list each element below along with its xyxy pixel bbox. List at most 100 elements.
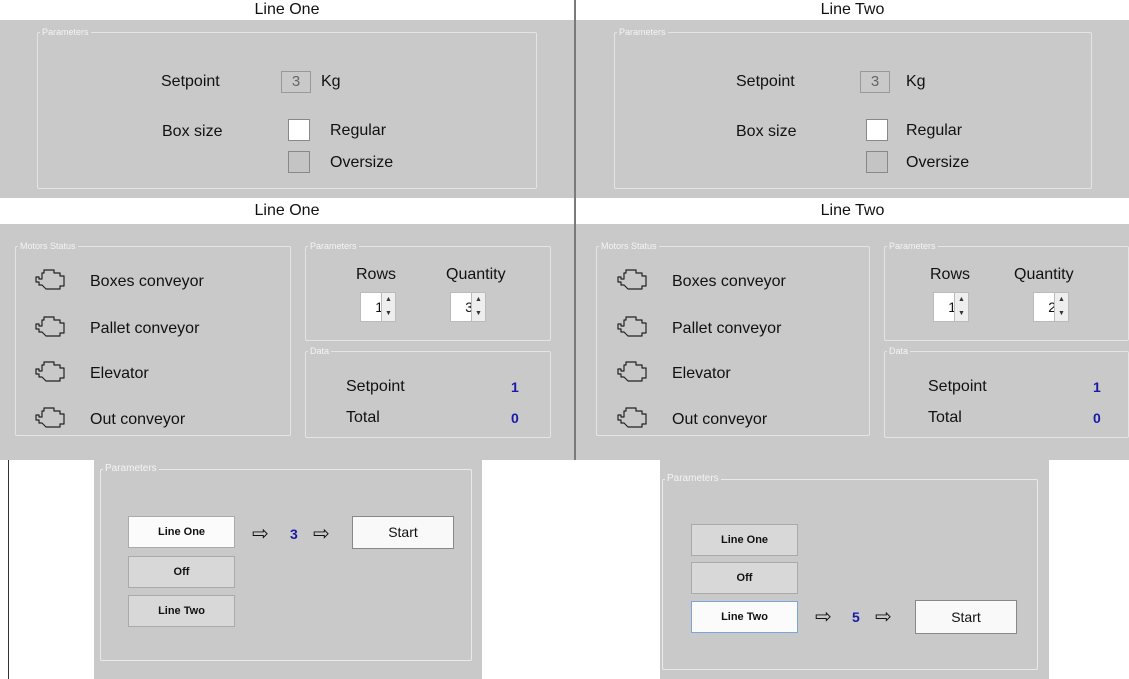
group-legend: Parameters	[889, 241, 936, 251]
motor-icon	[35, 407, 65, 428]
parameters-group: Parameters	[305, 241, 551, 341]
line-one-button[interactable]: Line One	[691, 524, 798, 556]
screen-title: Line Two	[576, 0, 1129, 20]
motor-icon	[617, 407, 647, 428]
rows-label: Rows	[356, 266, 397, 283]
setpoint-value: 1	[1093, 379, 1101, 395]
group-legend: Parameters	[667, 473, 719, 484]
line-two-button[interactable]: Line Two	[691, 601, 798, 633]
total-label: Total	[928, 409, 962, 426]
regular-checkbox[interactable]	[866, 119, 888, 141]
group-legend: Parameters	[310, 241, 357, 251]
rows-label: Rows	[930, 266, 971, 283]
quantity-label: Quantity	[446, 266, 506, 283]
screen-panel: Parameters Setpoint 3 Kg Box size Regula…	[0, 20, 574, 198]
total-value: 0	[511, 410, 519, 426]
line-two-button[interactable]: Line Two	[128, 595, 235, 627]
screen-title: Line One	[0, 201, 574, 221]
group-legend: Parameters	[105, 463, 157, 474]
start-button[interactable]: Start	[915, 600, 1017, 634]
setpoint-unit: Kg	[906, 73, 926, 90]
total-label: Total	[346, 409, 380, 426]
selector-left-panel: Parameters Line One Off Line Two ⇨ 3 ⇨ S…	[94, 460, 482, 679]
selected-value: 5	[852, 609, 860, 625]
oversize-label: Oversize	[906, 154, 970, 171]
setpoint-label: Setpoint	[928, 378, 987, 395]
motor-label: Elevator	[672, 365, 731, 382]
motor-label: Elevator	[90, 365, 149, 382]
setpoint-label: Setpoint	[161, 73, 220, 90]
box-size-label: Box size	[162, 123, 223, 140]
setpoint-label: Setpoint	[736, 73, 795, 90]
selected-value: 3	[290, 526, 298, 542]
left-edge-line	[8, 460, 9, 679]
oversize-checkbox[interactable]	[288, 151, 310, 173]
spin-down-arrow-icon[interactable]: ▼	[381, 307, 395, 321]
off-button[interactable]: Off	[128, 556, 235, 588]
start-button[interactable]: Start	[352, 516, 454, 549]
spin-down-arrow-icon[interactable]: ▼	[1054, 307, 1068, 321]
top-right-screen: Line Two Parameters Setpoint 3 Kg Box si…	[576, 0, 1129, 198]
motor-label: Pallet conveyor	[672, 320, 782, 337]
line-one-button[interactable]: Line One	[128, 516, 235, 548]
spin-up-arrow-icon[interactable]: ▲	[471, 293, 485, 308]
motor-icon	[35, 269, 65, 290]
spin-up-arrow-icon[interactable]: ▲	[954, 293, 968, 308]
regular-label: Regular	[330, 122, 387, 139]
group-legend: Motors Status	[20, 241, 76, 251]
status-left-screen: Line One Motors Status Boxes conveyor Pa…	[0, 198, 574, 460]
group-legend: Parameters	[619, 27, 666, 37]
screen-panel: Motors Status Boxes conveyor Pallet conv…	[576, 224, 1129, 460]
rows-spinbox[interactable]: 1 ▲ ▼	[360, 292, 396, 322]
spin-down-arrow-icon[interactable]: ▼	[954, 307, 968, 321]
quantity-spinbox[interactable]: 2 ▲ ▼	[1033, 292, 1069, 322]
rows-value: 1	[948, 299, 956, 315]
regular-label: Regular	[906, 122, 963, 139]
parameters-group: Parameters	[37, 27, 537, 189]
quantity-value: 3	[465, 299, 473, 315]
setpoint-value: 1	[511, 379, 519, 395]
quantity-value: 2	[1048, 299, 1056, 315]
arrow-right-icon: ⇨	[252, 523, 269, 545]
motor-icon	[617, 269, 647, 290]
setpoint-input[interactable]: 3	[281, 71, 311, 93]
total-value: 0	[1093, 410, 1101, 426]
group-legend: Parameters	[42, 27, 89, 37]
quantity-spinbox[interactable]: 3 ▲ ▼	[450, 292, 486, 322]
top-left-screen: Line One Parameters Setpoint 3 Kg Box si…	[0, 0, 574, 198]
regular-checkbox[interactable]	[288, 119, 310, 141]
motor-label: Pallet conveyor	[90, 320, 200, 337]
motor-label: Boxes conveyor	[90, 273, 204, 290]
motor-icon	[617, 361, 647, 382]
setpoint-input[interactable]: 3	[860, 71, 890, 93]
oversize-checkbox[interactable]	[866, 151, 888, 173]
rows-value: 1	[375, 299, 383, 315]
spin-down-arrow-icon[interactable]: ▼	[471, 307, 485, 321]
screen-title: Line One	[0, 0, 574, 20]
screen-title: Line Two	[576, 201, 1129, 221]
parameters-group: Parameters	[884, 241, 1129, 341]
screen-panel: Parameters Setpoint 3 Kg Box size Regula…	[576, 20, 1129, 198]
parameters-group: Parameters	[614, 27, 1092, 189]
spin-up-arrow-icon[interactable]: ▲	[381, 293, 395, 308]
spin-up-arrow-icon[interactable]: ▲	[1054, 293, 1068, 308]
group-legend: Motors Status	[601, 241, 657, 251]
screen-panel: Motors Status Boxes conveyor Pallet conv…	[0, 224, 574, 460]
selector-right-panel: Parameters Line One Off Line Two ⇨ 5 ⇨ S…	[660, 460, 1049, 679]
status-right-screen: Line Two Motors Status Boxes conveyor Pa…	[576, 198, 1129, 460]
rows-spinbox[interactable]: 1 ▲ ▼	[933, 292, 969, 322]
off-button[interactable]: Off	[691, 562, 798, 594]
motor-icon	[35, 316, 65, 337]
motor-icon	[617, 316, 647, 337]
motor-icon	[35, 361, 65, 382]
setpoint-unit: Kg	[321, 73, 341, 90]
group-legend: Data	[310, 346, 330, 356]
oversize-label: Oversize	[330, 154, 394, 171]
arrow-right-icon: ⇨	[313, 523, 330, 545]
arrow-right-icon: ⇨	[815, 606, 832, 628]
quantity-label: Quantity	[1014, 266, 1074, 283]
box-size-label: Box size	[736, 123, 797, 140]
motor-label: Boxes conveyor	[672, 273, 786, 290]
motor-label: Out conveyor	[672, 411, 768, 428]
setpoint-label: Setpoint	[346, 378, 405, 395]
